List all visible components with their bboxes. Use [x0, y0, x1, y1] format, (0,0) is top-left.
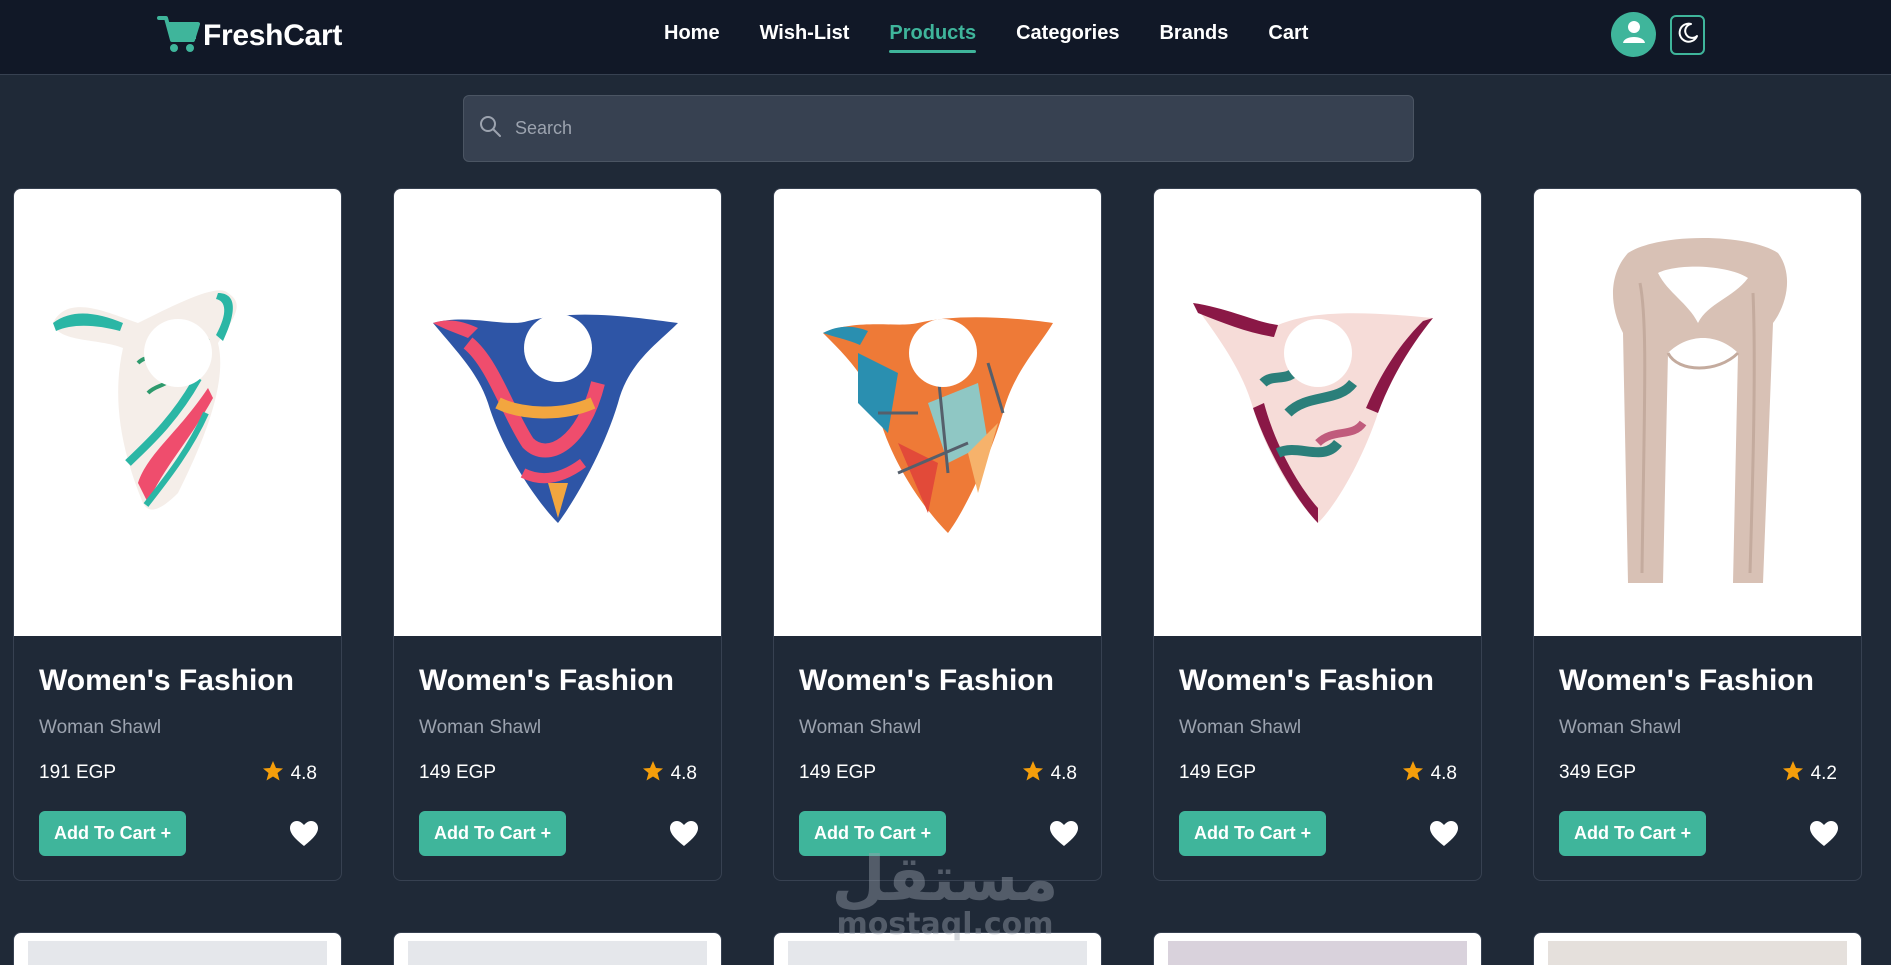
main-nav: Home Wish-List Products Categories Brand… — [664, 22, 1308, 53]
star-icon — [641, 759, 665, 789]
watermark-latin: mostaql.com — [836, 907, 1054, 942]
product-category: Women's Fashion — [419, 664, 674, 697]
rating-value: 4.8 — [290, 763, 317, 784]
search-icon — [478, 114, 503, 144]
add-to-cart-button[interactable]: Add To Cart + — [419, 811, 567, 856]
product-category: Women's Fashion — [799, 664, 1054, 697]
product-price: 149 EGP — [1179, 762, 1257, 783]
product-image[interactable] — [14, 189, 341, 636]
product-image[interactable] — [394, 189, 721, 636]
star-icon — [1781, 759, 1805, 789]
rating-value: 4.8 — [1050, 763, 1077, 784]
user-account-button[interactable] — [1611, 12, 1656, 57]
product-rating: 4.8 — [641, 759, 697, 789]
product-card[interactable]: Women's Fashion Woman Shawl 191 EGP 4.8 … — [13, 188, 342, 881]
rating-value: 4.2 — [1810, 763, 1837, 784]
search-bar — [463, 95, 1414, 162]
product-price: 349 EGP — [1559, 762, 1637, 783]
product-card-partial[interactable] — [13, 932, 342, 965]
brand-name: FreshCart — [203, 19, 343, 52]
rating-value: 4.8 — [670, 763, 697, 784]
wishlist-heart-button[interactable] — [1429, 820, 1459, 848]
product-card[interactable]: Women's Fashion Woman Shawl 349 EGP 4.2 … — [1533, 188, 1862, 881]
star-icon — [1021, 759, 1045, 789]
product-image-partial — [788, 941, 1087, 965]
product-card[interactable]: Women's Fashion Woman Shawl 149 EGP 4.8 … — [1153, 188, 1482, 881]
nav-categories[interactable]: Categories — [1016, 22, 1119, 49]
user-avatar-icon — [1619, 17, 1649, 52]
product-image[interactable] — [1154, 189, 1481, 636]
product-name: Woman Shawl — [39, 717, 162, 738]
product-price: 149 EGP — [419, 762, 497, 783]
brand-logo[interactable]: FreshCart — [157, 14, 342, 58]
star-icon — [1401, 759, 1425, 789]
add-to-cart-button[interactable]: Add To Cart + — [39, 811, 187, 856]
product-rating: 4.2 — [1781, 759, 1837, 789]
wishlist-heart-button[interactable] — [289, 820, 319, 848]
product-category: Women's Fashion — [1559, 664, 1814, 697]
nav-cart[interactable]: Cart — [1268, 22, 1308, 49]
watermark-arabic: مستقل — [831, 842, 1059, 915]
product-price: 149 EGP — [799, 762, 877, 783]
product-image[interactable] — [1534, 189, 1861, 636]
product-name: Woman Shawl — [419, 717, 542, 738]
product-name: Woman Shawl — [1559, 717, 1682, 738]
product-image-partial — [1548, 941, 1847, 965]
heart-icon — [1429, 821, 1459, 852]
product-card[interactable]: Women's Fashion Woman Shawl 149 EGP 4.8 … — [393, 188, 722, 881]
product-name: Woman Shawl — [1179, 717, 1302, 738]
product-image-partial — [28, 941, 327, 965]
product-image-partial — [1168, 941, 1467, 965]
product-rating: 4.8 — [1401, 759, 1457, 789]
product-rating: 4.8 — [261, 759, 317, 789]
product-price: 191 EGP — [39, 762, 117, 783]
heart-icon — [1809, 821, 1839, 852]
wishlist-heart-button[interactable] — [1809, 820, 1839, 848]
nav-wish-list[interactable]: Wish-List — [760, 22, 850, 49]
product-card-partial[interactable] — [393, 932, 722, 965]
product-rating: 4.8 — [1021, 759, 1077, 789]
cart-icon — [157, 14, 201, 59]
search-input[interactable] — [503, 96, 1413, 161]
product-card-partial[interactable] — [1533, 932, 1862, 965]
star-icon — [261, 759, 285, 789]
wishlist-heart-button[interactable] — [669, 820, 699, 848]
product-image[interactable] — [774, 189, 1101, 636]
heart-icon — [669, 821, 699, 852]
add-to-cart-button[interactable]: Add To Cart + — [1559, 811, 1707, 856]
heart-icon — [289, 821, 319, 852]
nav-home[interactable]: Home — [664, 22, 720, 49]
product-name: Woman Shawl — [799, 717, 922, 738]
theme-toggle-button[interactable] — [1670, 15, 1705, 55]
navbar: FreshCart Home Wish-List Products Catego… — [0, 0, 1891, 75]
product-image-partial — [408, 941, 707, 965]
rating-value: 4.8 — [1430, 763, 1457, 784]
product-category: Women's Fashion — [1179, 664, 1434, 697]
watermark: مستقل mostaql.com — [830, 842, 1060, 942]
product-category: Women's Fashion — [39, 664, 294, 697]
product-card[interactable]: Women's Fashion Woman Shawl 149 EGP 4.8 … — [773, 188, 1102, 881]
moon-icon — [1676, 21, 1700, 50]
nav-brands[interactable]: Brands — [1159, 22, 1228, 49]
nav-products[interactable]: Products — [889, 22, 976, 53]
add-to-cart-button[interactable]: Add To Cart + — [1179, 811, 1327, 856]
product-card-partial[interactable] — [1153, 932, 1482, 965]
